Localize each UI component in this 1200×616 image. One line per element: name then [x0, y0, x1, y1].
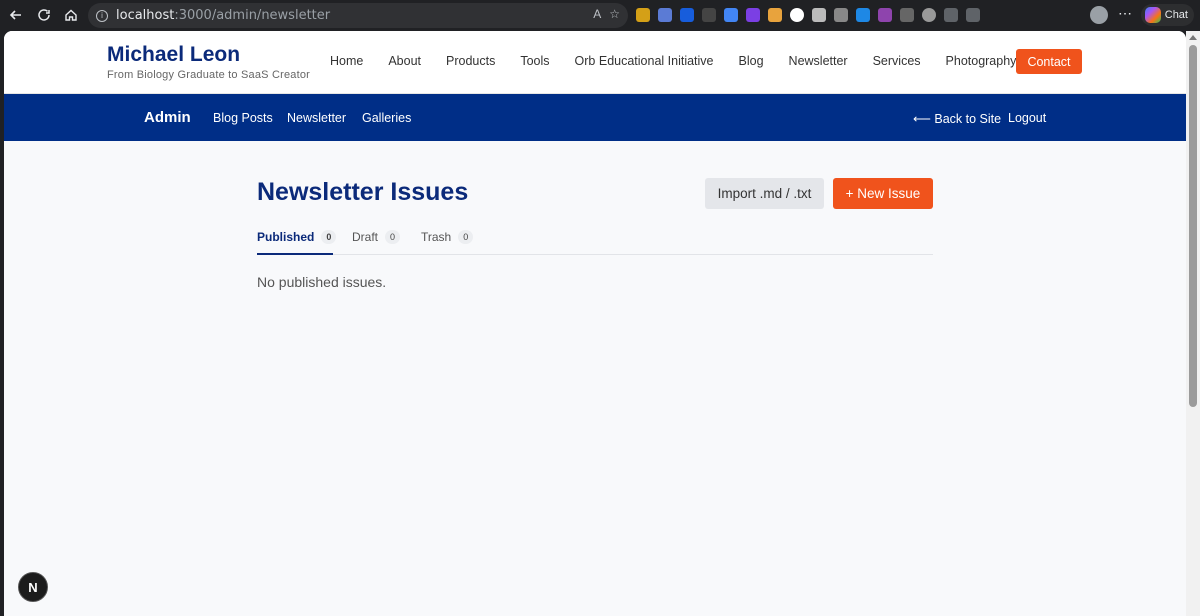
mail-icon[interactable] — [900, 8, 914, 22]
admin-link-blog-posts[interactable]: Blog Posts — [213, 111, 273, 125]
brand-name[interactable]: Michael Leon — [107, 43, 240, 67]
camera-icon[interactable] — [812, 8, 826, 22]
address-bar[interactable]: i localhost:3000/admin/newsletter A ☆ — [88, 3, 628, 28]
logout-link[interactable]: Logout — [1008, 111, 1046, 125]
admin-bar: Admin Blog Posts Newsletter Galleries ⟵ … — [4, 94, 1186, 141]
contact-button[interactable]: Contact — [1016, 49, 1082, 74]
nav-products[interactable]: Products — [446, 54, 495, 68]
admin-title[interactable]: Admin — [144, 109, 191, 126]
tab-label: Draft — [352, 230, 379, 244]
brand-tagline: From Biology Graduate to SaaS Creator — [107, 69, 311, 81]
more-menu-icon[interactable]: ⋯ — [1118, 5, 1132, 22]
home-icon[interactable] — [57, 1, 85, 29]
page-viewport: Michael Leon From Biology Graduate to Sa… — [4, 31, 1186, 616]
favorite-star-icon[interactable]: ☆ — [609, 7, 620, 21]
browser-toolbar: i localhost:3000/admin/newsletter A ☆ ⋯ … — [0, 0, 1200, 31]
tab-count: 0 — [321, 230, 337, 244]
page-title: Newsletter Issues — [257, 178, 469, 206]
admin-link-galleries[interactable]: Galleries — [362, 111, 411, 125]
bitwarden-icon[interactable] — [680, 8, 694, 22]
nav-photography[interactable]: Photography — [946, 54, 1017, 68]
nav-about[interactable]: About — [388, 54, 421, 68]
extension-icon[interactable] — [922, 8, 936, 22]
read-aloud-icon[interactable]: A — [593, 7, 601, 21]
site-info-icon[interactable]: i — [96, 9, 108, 22]
extension-icon[interactable] — [702, 8, 716, 22]
extension-icon[interactable] — [636, 8, 650, 22]
copilot-icon — [1144, 7, 1161, 23]
import-button[interactable]: Import .md / .txt — [705, 178, 824, 209]
nav-tools[interactable]: Tools — [520, 54, 549, 68]
translate-icon[interactable] — [724, 8, 738, 22]
scrollbar-thumb[interactable] — [1189, 45, 1197, 407]
chat-label: Chat — [1164, 9, 1188, 21]
extension-icon[interactable] — [658, 8, 672, 22]
active-tab-indicator — [257, 253, 333, 255]
favorites-icon[interactable] — [966, 8, 980, 22]
tab-trash[interactable]: Trash 0 — [421, 230, 474, 244]
tab-count: 0 — [458, 230, 474, 244]
extension-icon[interactable] — [768, 8, 782, 22]
back-icon[interactable] — [2, 1, 30, 29]
admin-link-newsletter[interactable]: Newsletter — [287, 111, 346, 125]
extension-icon[interactable] — [746, 8, 760, 22]
main-nav: Home About Products Tools Orb Educationa… — [330, 54, 1041, 68]
new-issue-button[interactable]: + New Issue — [833, 178, 933, 209]
site-header: Michael Leon From Biology Graduate to Sa… — [4, 31, 1186, 94]
back-to-site-link[interactable]: ⟵ Back to Site — [913, 111, 1001, 126]
tab-published[interactable]: Published 0 — [257, 230, 337, 244]
tab-draft[interactable]: Draft 0 — [352, 230, 401, 244]
nav-newsletter[interactable]: Newsletter — [789, 54, 848, 68]
tab-label: Published — [257, 230, 315, 244]
tab-count: 0 — [385, 230, 401, 244]
copilot-chat-button[interactable]: Chat — [1140, 4, 1194, 26]
profile-avatar[interactable] — [1090, 6, 1108, 24]
nav-blog[interactable]: Blog — [739, 54, 764, 68]
nav-home[interactable]: Home — [330, 54, 363, 68]
extension-icon[interactable] — [878, 8, 892, 22]
extension-icon[interactable] — [856, 8, 870, 22]
scroll-up-icon[interactable] — [1189, 35, 1197, 40]
issue-tabs: Published 0 Draft 0 Trash 0 — [257, 222, 933, 255]
address-url: localhost:3000/admin/newsletter — [116, 8, 331, 23]
tab-label: Trash — [421, 230, 452, 244]
empty-state-message: No published issues. — [257, 274, 387, 290]
page-scrollbar[interactable] — [1186, 31, 1200, 616]
extension-icon[interactable] — [790, 8, 804, 22]
nav-services[interactable]: Services — [873, 54, 921, 68]
extension-icon[interactable] — [834, 8, 848, 22]
reload-icon[interactable] — [30, 1, 58, 29]
nextjs-dev-badge[interactable]: N — [18, 572, 48, 602]
extensions-row — [636, 5, 980, 25]
extensions-puzzle-icon[interactable] — [944, 8, 958, 22]
nav-orb-educational-initiative[interactable]: Orb Educational Initiative — [575, 54, 714, 68]
